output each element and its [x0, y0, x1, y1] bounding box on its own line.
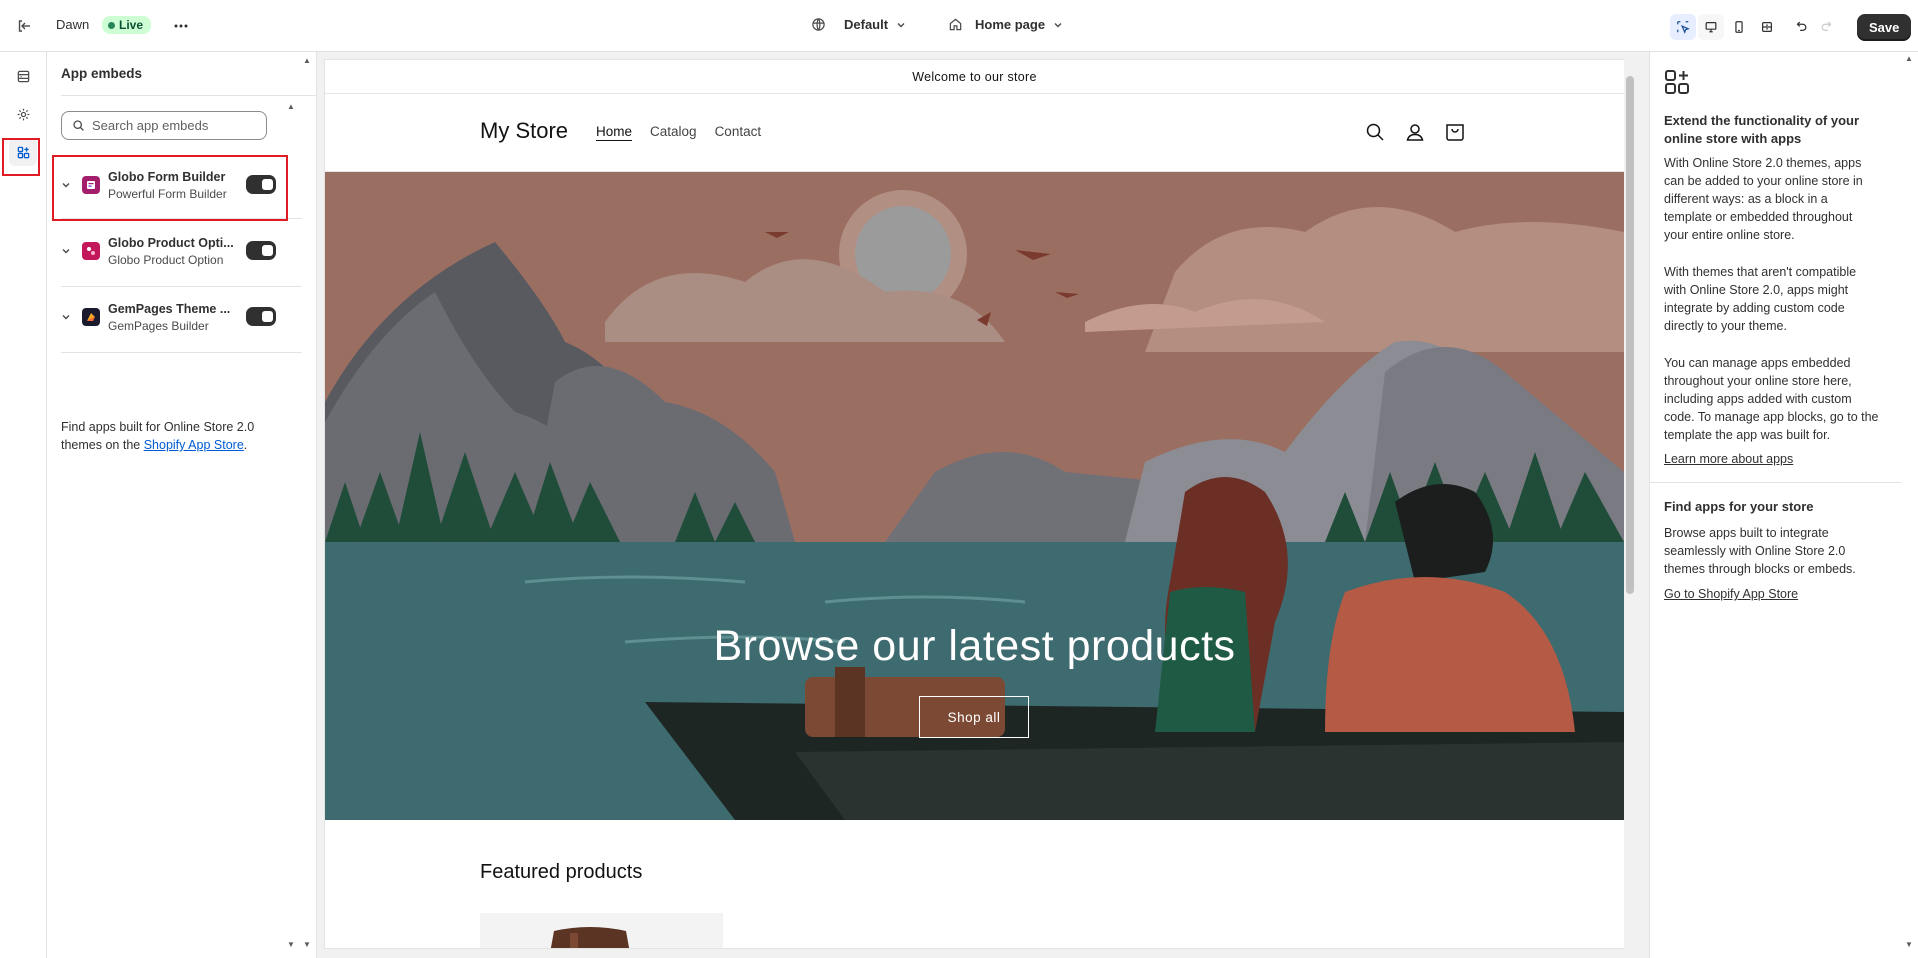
panel-paragraph: With themes that aren't compatible with … — [1664, 265, 1857, 333]
preview-scrollbar[interactable] — [1624, 60, 1636, 948]
scroll-up-icon[interactable]: ▲ — [1905, 54, 1913, 63]
learn-more-link[interactable]: Learn more about apps — [1664, 450, 1879, 468]
left-rail — [0, 52, 47, 958]
store-preview[interactable]: Welcome to our store My Store Home Catal… — [325, 60, 1624, 948]
search-input-wrapper[interactable] — [61, 111, 267, 140]
info-panel: Extend the functionality of your online … — [1649, 52, 1901, 958]
page-select[interactable]: Home page — [948, 17, 1063, 32]
sections-icon[interactable] — [9, 62, 37, 90]
live-dot-icon — [108, 21, 115, 29]
chevron-down-icon — [1054, 22, 1062, 27]
save-button[interactable]: Save — [1857, 14, 1912, 41]
app-subtitle: Globo Product Option — [108, 252, 224, 267]
preview-mode-group — [1670, 14, 1780, 40]
nav-home[interactable]: Home — [596, 124, 632, 139]
store-header-icons — [1363, 120, 1467, 144]
mobile-icon[interactable] — [1726, 14, 1752, 40]
exit-icon[interactable] — [10, 12, 38, 40]
app-subtitle: GemPages Builder — [108, 318, 209, 333]
panel-paragraph: With Online Store 2.0 themes, apps can b… — [1664, 156, 1863, 242]
scroll-up-icon[interactable]: ▲ — [287, 102, 295, 111]
theme-preset-select[interactable]: Default — [811, 17, 906, 32]
store-logo[interactable]: My Store — [480, 118, 568, 144]
nav-contact[interactable]: Contact — [715, 124, 762, 139]
search-icon — [73, 120, 84, 131]
divider — [61, 95, 316, 96]
panel-heading: Extend the functionality of your online … — [1664, 113, 1860, 146]
redo-icon[interactable] — [1813, 12, 1841, 40]
product-image — [550, 927, 630, 948]
chevron-down-icon — [897, 22, 905, 27]
sidebar-footer: Find apps built for Online Store 2.0 the… — [61, 420, 255, 452]
scroll-down-icon[interactable]: ▼ — [1905, 940, 1913, 949]
gempages-logo-icon — [82, 308, 100, 326]
home-icon — [949, 18, 962, 31]
top-bar: Dawn Live Default Home page Save — [0, 0, 1918, 52]
account-icon[interactable] — [1403, 120, 1427, 144]
app-name: Globo Product Opti... — [108, 235, 234, 250]
nav-catalog[interactable]: Catalog — [650, 124, 697, 139]
settings-gear-icon[interactable] — [9, 100, 37, 128]
fullscreen-icon[interactable] — [1754, 14, 1780, 40]
chevron-down-icon[interactable] — [58, 312, 74, 322]
divider — [61, 352, 302, 353]
more-options-icon[interactable] — [167, 12, 195, 40]
scroll-thumb[interactable] — [1626, 76, 1634, 594]
announcement-bar: Welcome to our store — [325, 60, 1624, 94]
chevron-down-icon[interactable] — [58, 246, 74, 256]
enable-toggle[interactable] — [246, 241, 276, 260]
app-name: GemPages Theme ... — [108, 301, 231, 316]
apps-icon — [1663, 68, 1691, 99]
highlight-box — [2, 138, 40, 176]
desktop-icon[interactable] — [1698, 14, 1724, 40]
app-embed-item[interactable]: GemPages Theme ... GemPages Builder — [54, 286, 294, 348]
live-badge: Live — [102, 16, 152, 34]
app-embed-item[interactable]: Globo Product Opti... Globo Product Opti… — [54, 220, 294, 282]
scroll-down-icon[interactable]: ▼ — [303, 940, 311, 949]
search-input[interactable] — [92, 118, 252, 133]
app-store-link[interactable]: Go to Shopify App Store — [1664, 585, 1879, 603]
enable-toggle[interactable] — [246, 307, 276, 326]
sidebar-title: App embeds — [61, 66, 143, 81]
theme-name: Dawn — [56, 17, 90, 32]
highlight-box — [52, 155, 288, 221]
divider — [1650, 482, 1901, 483]
panel-paragraph: Browse apps built to integrate seamlessl… — [1664, 526, 1856, 576]
featured-products-heading: Featured products — [480, 861, 643, 883]
inspector-icon[interactable] — [1670, 14, 1696, 40]
panel-paragraph: You can manage apps embedded throughout … — [1664, 356, 1879, 442]
globo-product-logo-icon — [82, 242, 100, 260]
shop-all-button[interactable]: Shop all — [919, 696, 1029, 738]
globe-icon — [812, 18, 825, 31]
scroll-down-icon[interactable]: ▼ — [287, 940, 295, 949]
product-card[interactable] — [480, 913, 723, 948]
scroll-up-icon[interactable]: ▲ — [303, 56, 311, 65]
undo-icon[interactable] — [1787, 12, 1815, 40]
search-icon[interactable] — [1363, 120, 1387, 144]
store-header: My Store Home Catalog Contact — [325, 94, 1624, 172]
cart-icon[interactable] — [1443, 120, 1467, 144]
hero-banner: Browse our latest products Shop all — [325, 172, 1624, 820]
panel-heading: Find apps for your store — [1664, 499, 1814, 514]
outer-scrollbar[interactable]: ▲ ▼ — [1901, 52, 1918, 958]
hero-heading: Browse our latest products — [713, 622, 1236, 670]
store-nav: Home Catalog Contact — [596, 124, 761, 139]
shopify-app-store-link[interactable]: Shopify App Store — [144, 438, 244, 452]
